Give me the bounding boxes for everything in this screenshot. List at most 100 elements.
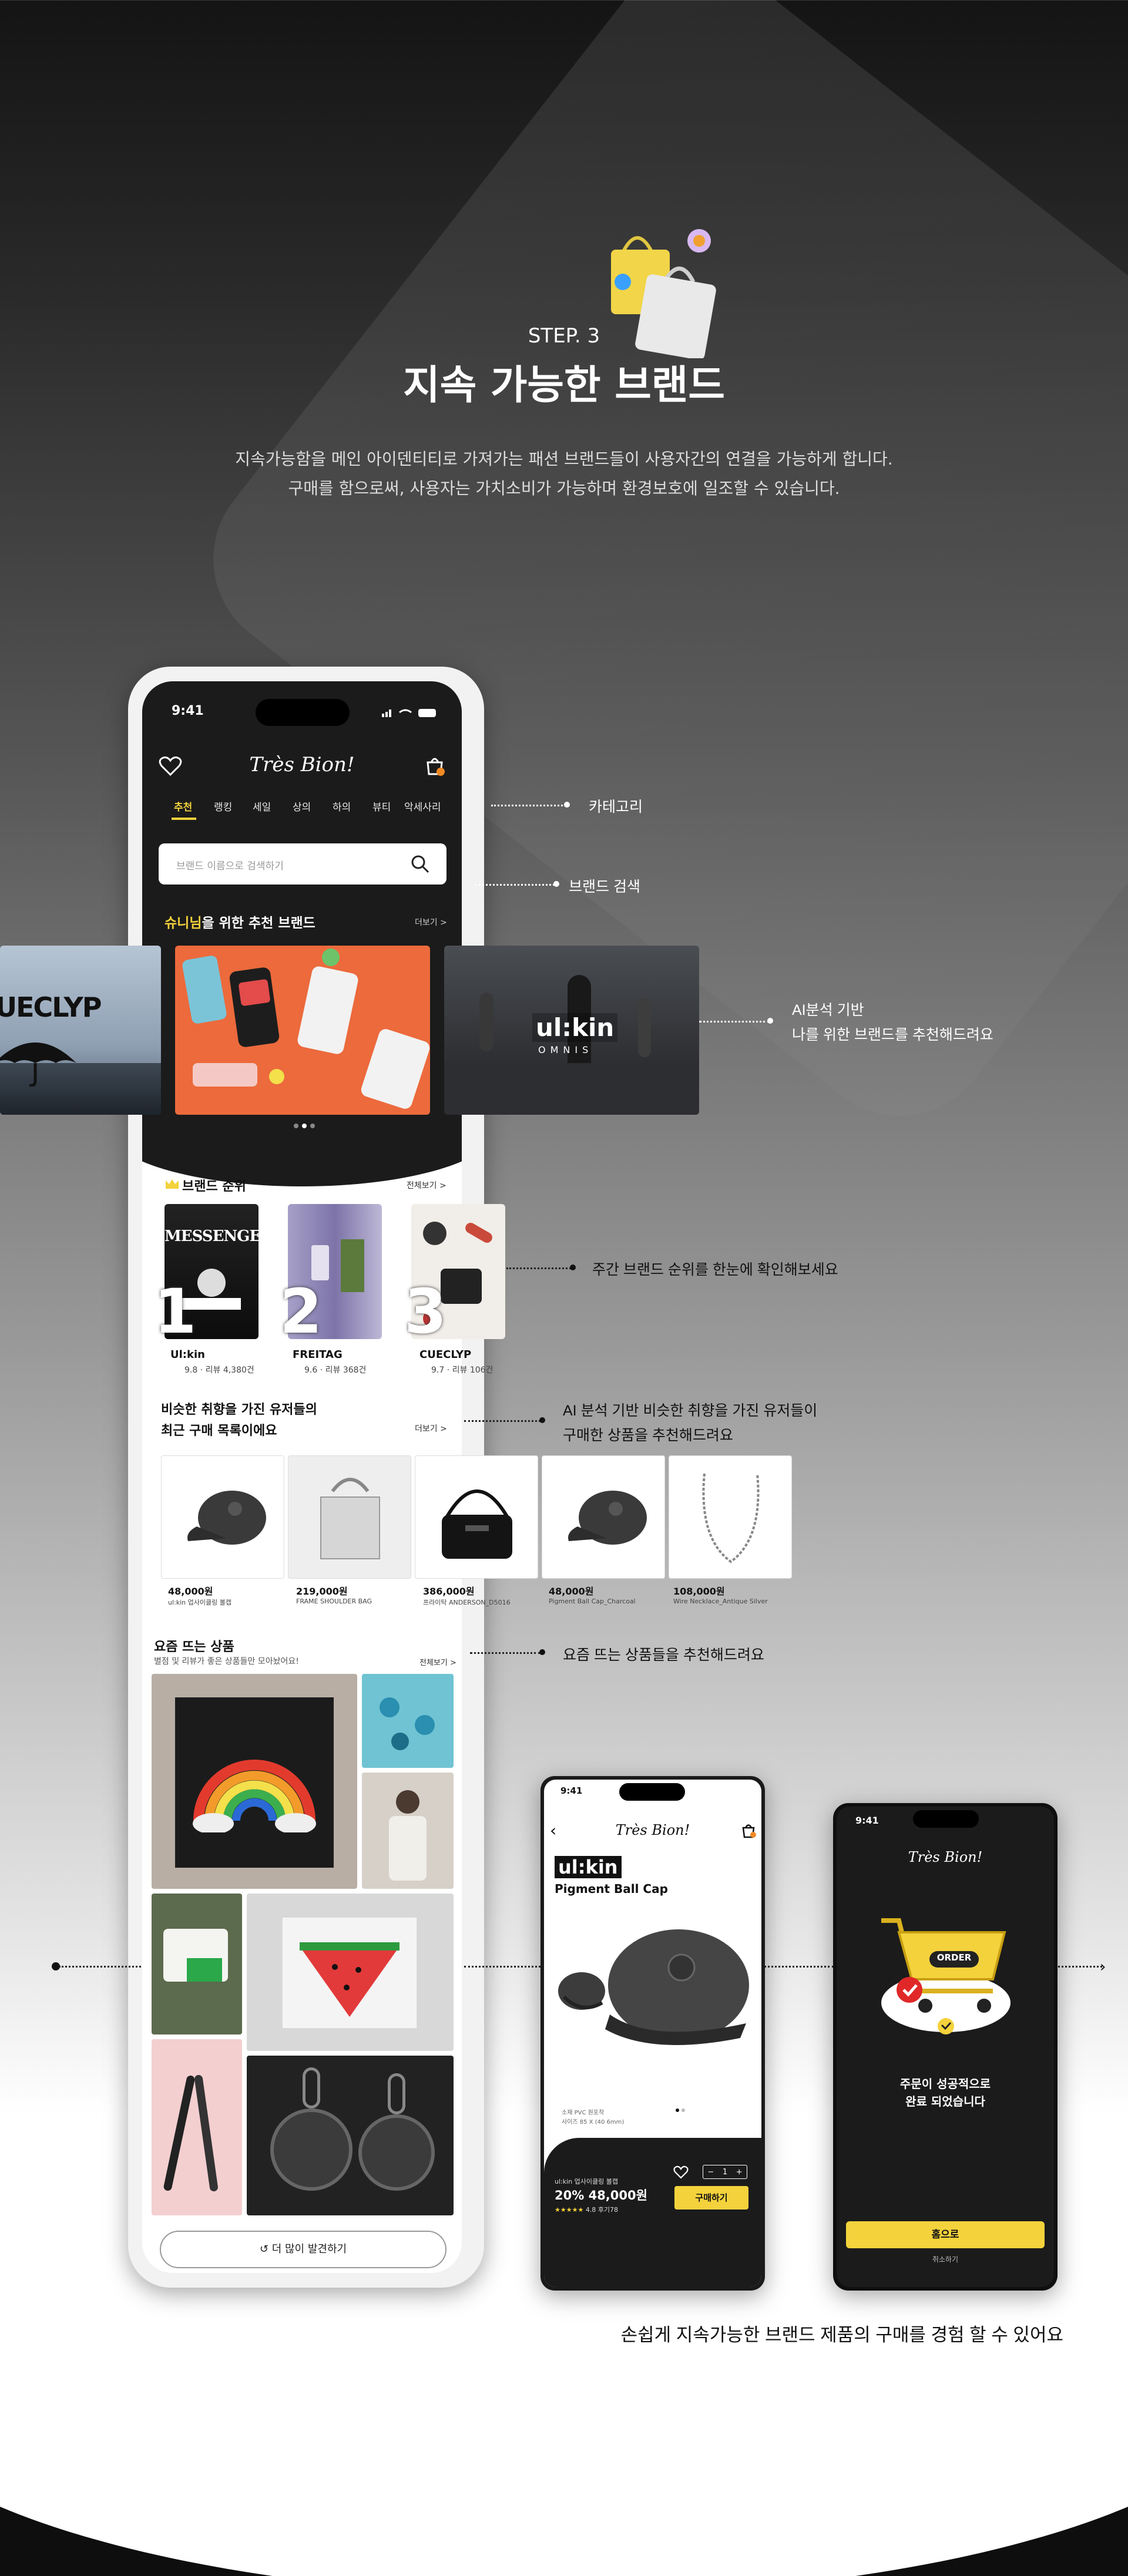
step-label: STEP. 3 (528, 324, 600, 348)
product-image-dot-1[interactable] (676, 2108, 679, 2112)
callout-search: 브랜드 검색 (569, 879, 640, 895)
product-price-1: 48,000원 (168, 1586, 213, 1597)
product-image-dot-2[interactable] (682, 2108, 685, 2112)
qty-value: 1 (722, 2167, 728, 2177)
qty-plus-button[interactable]: + (736, 2168, 743, 2177)
callout-dot-ranking (570, 1265, 576, 1270)
carousel-card-phone-cases[interactable] (175, 946, 430, 1115)
star-icons: ★★★★★ (555, 2206, 584, 2214)
discover-more-button[interactable]: ↺ 더 많이 발견하기 (160, 2231, 446, 2268)
trending-tile-keyrings[interactable] (247, 2056, 454, 2215)
flow-line-4 (1055, 1966, 1102, 1968)
callout-similar-2: 구매한 상품을 추천해드려요 (563, 1427, 733, 1444)
tab-recommend[interactable]: 추천 (174, 799, 192, 813)
product-discount: 20% (555, 2188, 585, 2202)
tab-sale[interactable]: 세일 (253, 799, 271, 813)
app-logo: Très Bion! (249, 753, 355, 776)
product-price-2: 219,000원 (296, 1586, 348, 1597)
similar-title-1: 비슷한 취향을 가진 유저들의 (161, 1403, 317, 1417)
rank-number-1: 1 (154, 1276, 197, 1347)
product-rating-line: ★★★★★ 4.8 후기78 (555, 2205, 618, 2214)
description-line-2: 구매를 함으로써, 사용자는 가치소비가 가능하며 환경보호에 일조할 수 있습… (288, 479, 840, 498)
rank-name-1: Ul:kin (170, 1348, 205, 1361)
footer-caption: 손쉽게 지속가능한 브랜드 제품의 구매를 경험 할 수 있어요 (620, 2325, 1063, 2345)
carousel-card-ulkin[interactable]: ul:kin OMNIS (444, 946, 699, 1115)
dynamic-island (256, 699, 350, 726)
product-price-line: 20% 48,000원 (555, 2186, 647, 2204)
product-rating: 4.8 (585, 2206, 596, 2214)
product-status-time: 9:41 (560, 1785, 583, 1796)
callout-category: 카테고리 (589, 799, 643, 815)
order-cart-illustration (875, 1903, 1016, 2038)
product-cart-icon[interactable] (740, 1822, 757, 1838)
trending-tile-rainbow[interactable] (152, 1674, 357, 1889)
product-name-1: ul:kin 업사이클링 볼캡 (168, 1599, 231, 1606)
product-material-1: 소재 PVC 원포착 (562, 2110, 605, 2116)
similar-title-2: 최근 구매 목록이에요 (161, 1424, 277, 1438)
callout-line-ranking (506, 1267, 571, 1269)
product-price-3: 386,000원 (423, 1586, 475, 1597)
product-like-icon[interactable] (673, 2165, 689, 2179)
search-icon[interactable] (410, 854, 430, 874)
product-name-5: Wire Necklace_Antique Silver (673, 1598, 768, 1605)
rank-meta-1: 9.8 · 리뷰 4,380건 (184, 1366, 254, 1375)
description-line-1: 지속가능함을 메인 아이덴티티로 가져가는 패션 브랜드들이 사용자간의 연결을… (235, 449, 893, 469)
product-card-5[interactable] (669, 1455, 792, 1579)
trending-tile-watermelon[interactable] (247, 1894, 454, 2051)
qty-minus-button[interactable]: − (707, 2168, 714, 2177)
product-card-3[interactable] (415, 1455, 538, 1579)
product-card-2[interactable] (288, 1455, 411, 1579)
recommend-more-link[interactable]: 더보기 > (415, 916, 447, 928)
necklace-image (693, 1468, 769, 1568)
rainbow-image (187, 1715, 322, 1834)
tab-beauty[interactable]: 뷰티 (372, 799, 391, 813)
rank-name-2: FREITAG (293, 1348, 343, 1361)
flow-line-1 (59, 1966, 141, 1968)
callout-ranking: 주간 브랜드 순위를 한눈에 확인해보세요 (592, 1262, 838, 1278)
carousel-dot-2[interactable] (302, 1124, 307, 1128)
callout-dot-ai (767, 1018, 773, 1024)
trending-more-link[interactable]: 전체보기 > (419, 1656, 456, 1667)
section-title: 지속 가능한 브랜드 (403, 362, 725, 409)
trending-tile-bag[interactable] (152, 1894, 242, 2034)
trending-tile-model[interactable] (362, 1773, 454, 1889)
ball-cap-image (185, 1485, 267, 1550)
flow-arrow-icon: › (1100, 1958, 1106, 1976)
ulkin-sub: OMNIS (538, 1044, 593, 1055)
product-name-3: 프라이탁 ANDERSON_D5016 (423, 1599, 511, 1606)
umbrella-icon (0, 1034, 76, 1087)
rank-name-3: CUECLYP (419, 1348, 472, 1361)
quantity-stepper[interactable]: −1 + (703, 2165, 747, 2179)
ball-cap-image-2 (566, 1485, 648, 1550)
home-button[interactable]: 홈으로 (846, 2221, 1045, 2248)
carousel-card-cueclyp[interactable]: CUECLYP (0, 946, 161, 1115)
product-card-1[interactable] (161, 1455, 284, 1579)
tab-tops[interactable]: 상의 (293, 799, 311, 813)
product-price: 48,000원 (588, 2188, 647, 2202)
carousel-dot-3[interactable] (310, 1124, 315, 1128)
cancel-link[interactable]: 취소하기 (846, 2254, 1045, 2264)
buy-button[interactable]: 구매하기 (674, 2186, 748, 2210)
cueclyp-logo: CUECLYP (0, 991, 102, 1023)
product-name-2: FRAME SHOULDER BAG (296, 1598, 372, 1605)
carousel-dot-1[interactable] (294, 1124, 298, 1128)
ranking-more-link[interactable]: 전체보기 > (407, 1179, 446, 1191)
callout-line-trending (470, 1652, 540, 1654)
tab-ranking[interactable]: 랭킹 (214, 799, 232, 813)
trending-tile-buttons[interactable] (362, 1674, 454, 1768)
search-bar[interactable]: 브랜드 이름으로 검색하기 (159, 843, 446, 885)
similar-more-link[interactable]: 더보기 > (415, 1422, 447, 1434)
cart-icon[interactable] (423, 754, 446, 778)
status-time: 9:41 (172, 704, 204, 718)
callout-trending: 요즘 뜨는 상품들을 추천해드려요 (563, 1647, 764, 1663)
product-main-image (546, 1903, 758, 2091)
refresh-icon: ↺ (259, 2243, 272, 2255)
trending-tile-hairpin[interactable] (152, 2039, 242, 2215)
tab-accessories[interactable]: 악세사리 (404, 799, 441, 813)
product-card-4[interactable] (542, 1455, 665, 1579)
search-input[interactable]: 브랜드 이름으로 검색하기 (176, 857, 284, 872)
crown-icon (164, 1178, 180, 1190)
shoulder-bag-image (433, 1474, 521, 1562)
callout-dot-trending (539, 1649, 545, 1655)
tab-bottoms[interactable]: 하의 (333, 799, 351, 813)
